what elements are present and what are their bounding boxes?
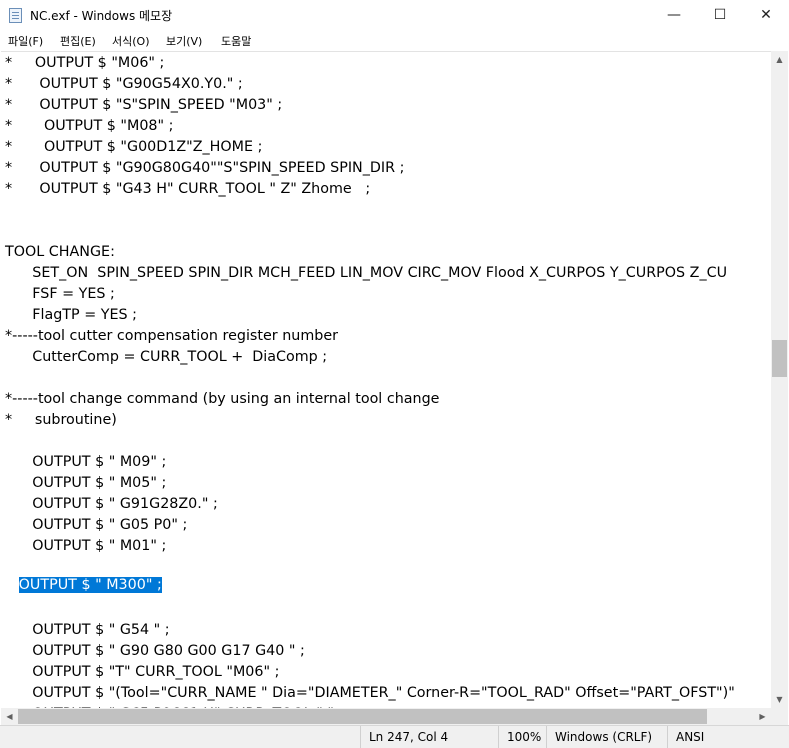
minimize-button[interactable]: —: [651, 0, 697, 30]
menu-help[interactable]: 도움말: [221, 33, 251, 49]
window-title: NC.exf - Windows 메모장: [30, 9, 173, 23]
selected-line-indent: [5, 577, 19, 593]
scroll-right-icon[interactable]: ▶: [754, 708, 771, 725]
code-line: FlagTP = YES ;: [5, 307, 137, 323]
code-line: * OUTPUT $ "G43 H" CURR_TOOL " Z" Zhome …: [5, 181, 371, 197]
text-editor[interactable]: OUTPUT $ " M300" ; * OUTPUT $ "M06" ; * O…: [1, 51, 771, 709]
status-zoom: 100%: [498, 726, 546, 748]
menu-bar: 파일(F) 편집(E) 서식(O) 보기(V) 도움말: [0, 30, 789, 51]
menu-edit[interactable]: 편집(E): [60, 33, 96, 49]
status-position: Ln 247, Col 4: [360, 726, 498, 748]
vertical-scroll-thumb[interactable]: [772, 340, 787, 377]
scrollbar-corner: [771, 708, 788, 725]
code-line: * OUTPUT $ "M06" ;: [5, 55, 165, 71]
code-line: OUTPUT $ " M01" ;: [5, 538, 167, 554]
code-line: OUTPUT $ "(Tool="CURR_NAME " Dia="DIAMET…: [5, 685, 735, 701]
scroll-up-icon[interactable]: ▲: [771, 51, 788, 68]
code-line: * OUTPUT $ "M08" ;: [5, 118, 174, 134]
code-line: *-----tool change command (by using an i…: [5, 391, 440, 407]
notepad-icon: [9, 8, 22, 23]
menu-format[interactable]: 서식(O): [112, 33, 149, 49]
status-line-ending: Windows (CRLF): [546, 726, 667, 748]
code-line: CutterComp = CURR_TOOL + DiaComp ;: [5, 349, 328, 365]
code-line: SET_ON SPIN_SPEED SPIN_DIR MCH_FEED LIN_…: [5, 265, 728, 281]
horizontal-scroll-thumb[interactable]: [18, 709, 707, 724]
code-line: OUTPUT $ " M05" ;: [5, 475, 167, 491]
code-line: TOOL CHANGE:: [5, 244, 115, 260]
code-line: OUTPUT $ "T" CURR_TOOL "M06" ;: [5, 664, 280, 680]
menu-file[interactable]: 파일(F): [8, 33, 43, 49]
code-line: FSF = YES ;: [5, 286, 115, 302]
title-bar: NC.exf - Windows 메모장 — ☐ ✕: [0, 0, 789, 30]
code-line: * OUTPUT $ "G00D1Z"Z_HOME ;: [5, 139, 263, 155]
code-line: OUTPUT $ " G90 G80 G00 G17 G40 " ;: [5, 643, 305, 659]
close-button[interactable]: ✕: [743, 0, 789, 30]
scroll-down-icon[interactable]: ▼: [771, 691, 788, 708]
code-line: OUTPUT $ " G05 P0" ;: [5, 517, 188, 533]
selected-line: OUTPUT $ " M300" ;: [5, 575, 162, 596]
code-line: OUTPUT $ " G91G28Z0." ;: [5, 496, 218, 512]
code-line: * OUTPUT $ "G90G54X0.Y0." ;: [5, 76, 243, 92]
code-line: * subroutine): [5, 412, 117, 428]
maximize-button[interactable]: ☐: [697, 0, 743, 30]
vertical-scrollbar[interactable]: ▲ ▼: [771, 51, 788, 708]
code-line: OUTPUT $ " G54 " ;: [5, 622, 170, 638]
code-line: * OUTPUT $ "S"SPIN_SPEED "M03" ;: [5, 97, 283, 113]
code-line: *-----tool cutter compensation register …: [5, 328, 338, 344]
selection-highlight[interactable]: OUTPUT $ " M300" ;: [18, 577, 162, 593]
code-line: * OUTPUT $ "G90G80G40""S"SPIN_SPEED SPIN…: [5, 160, 405, 176]
horizontal-scrollbar[interactable]: ◀ ▶: [1, 708, 771, 725]
menu-view[interactable]: 보기(V): [166, 33, 202, 49]
status-bar: Ln 247, Col 4 100% Windows (CRLF) ANSI: [0, 725, 789, 748]
scroll-left-icon[interactable]: ◀: [1, 708, 18, 725]
code-line: OUTPUT $ " M09" ;: [5, 454, 167, 470]
status-encoding: ANSI: [667, 726, 789, 748]
